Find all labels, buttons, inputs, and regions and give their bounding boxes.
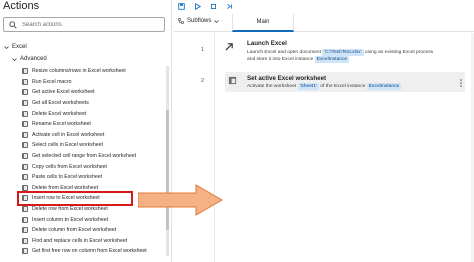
action-item[interactable]: Paste cells to Excel worksheet <box>22 172 170 183</box>
variable-tag: 'C:\Test\Test.xlsx' <box>322 49 364 56</box>
excel-action-icon <box>22 121 28 128</box>
excel-action-icon <box>22 153 28 160</box>
desc-text: and store it into Excel instance <box>247 57 315 62</box>
action-label: Copy cells from Excel worksheet <box>32 163 107 170</box>
step-icon[interactable] <box>226 3 233 10</box>
search-box[interactable] <box>3 17 165 32</box>
search-icon <box>9 21 17 29</box>
tab-main[interactable]: Main <box>232 14 294 32</box>
flow-canvas <box>174 33 474 262</box>
excel-worksheet-icon <box>228 76 237 85</box>
action-label: Activate cell in Excel worksheet <box>32 131 105 138</box>
excel-action-icon <box>22 237 28 244</box>
variable-tag: ExcelInstance <box>366 83 402 90</box>
excel-action-icon <box>22 100 28 107</box>
excel-action-icon <box>22 110 28 117</box>
excel-action-icon <box>22 78 28 85</box>
action-label: Get all Excel worksheets <box>32 100 89 107</box>
subflows-dropdown[interactable]: Subflows <box>178 18 220 24</box>
excel-action-icon <box>22 68 28 75</box>
subflows-icon <box>178 18 184 24</box>
action-label: Delete row from Excel worksheet <box>32 206 108 213</box>
chevron-down-icon <box>4 45 9 49</box>
action-label: Resize columns/rows in Excel worksheet <box>32 68 126 75</box>
action-list: Resize columns/rows in Excel worksheet R… <box>17 66 170 257</box>
step-title: Launch Excel <box>247 40 287 47</box>
action-item[interactable]: Delete Excel worksheet <box>22 108 170 119</box>
excel-action-icon <box>22 248 28 255</box>
action-item[interactable]: Get first free row on column from Excel … <box>22 246 170 257</box>
variable-tag: ExcelInstance <box>314 56 350 63</box>
action-item[interactable]: Activate cell in Excel worksheet <box>22 130 170 141</box>
action-item[interactable]: Delete column from Excel worksheet <box>22 225 170 236</box>
action-label: Delete from Excel worksheet <box>32 184 99 191</box>
action-label: Insert column to Excel worksheet <box>32 216 109 223</box>
action-item[interactable]: Resize columns/rows in Excel worksheet <box>22 66 170 77</box>
search-input[interactable] <box>22 19 162 30</box>
excel-action-icon <box>22 174 28 181</box>
step-set-active-worksheet[interactable]: Set active Excel worksheet Activate the … <box>225 72 465 92</box>
action-label: Delete Excel worksheet <box>32 110 87 117</box>
action-item-insert-row-highlighted[interactable]: Insert row to Excel worksheet <box>17 191 133 206</box>
subflow-tabs: Subflows Main <box>174 14 474 32</box>
step-description: Launch Excel and open document 'C:\Test\… <box>247 49 467 63</box>
action-label: Get first free row on column from Excel … <box>32 248 147 255</box>
action-label: Paste cells to Excel worksheet <box>32 174 103 181</box>
action-item[interactable]: Copy cells from Excel worksheet <box>22 161 170 172</box>
launch-arrow-icon <box>225 43 233 51</box>
subcategory-label: Advanced <box>20 56 47 62</box>
more-options-icon[interactable] <box>460 79 462 87</box>
chevron-down-icon <box>214 19 220 23</box>
actions-panel: Actions Excel Advanced Resize columns/ro… <box>0 0 172 262</box>
panel-scrollbar[interactable] <box>166 66 169 256</box>
category-excel[interactable]: Excel <box>4 44 27 50</box>
action-item[interactable]: Run Excel macro <box>22 77 170 88</box>
action-label: Delete column from Excel worksheet <box>32 227 117 234</box>
action-label: Run Excel macro <box>32 78 72 85</box>
editor-toolbar <box>174 0 474 12</box>
excel-action-icon <box>22 184 28 191</box>
subcategory-advanced[interactable]: Advanced <box>12 56 47 62</box>
excel-action-icon <box>22 206 28 213</box>
run-icon[interactable] <box>194 2 201 10</box>
step-number: 2 <box>201 78 205 84</box>
excel-action-icon <box>22 163 28 170</box>
action-label: Rename Excel worksheet <box>32 121 91 128</box>
stop-icon[interactable] <box>210 3 217 10</box>
excel-action-icon <box>22 216 28 223</box>
variable-tag: 'Sheet1' <box>297 83 319 90</box>
action-label: Get active Excel worksheet <box>32 89 95 96</box>
action-item[interactable]: Get active Excel worksheet <box>22 87 170 98</box>
action-label: Get selected cell range from Excel works… <box>32 153 137 160</box>
panel-title: Actions <box>3 0 40 12</box>
gutter-divider <box>214 33 215 262</box>
excel-action-icon <box>22 142 28 149</box>
excel-action-icon <box>22 131 28 138</box>
excel-action-icon <box>22 195 28 202</box>
action-label: Find and replace cells in Excel workshee… <box>32 237 128 244</box>
action-label: Insert row to Excel worksheet <box>32 195 100 202</box>
action-item[interactable]: Get selected cell range from Excel works… <box>22 151 170 162</box>
step-title: Set active Excel worksheet <box>247 75 327 82</box>
desc-text: Activate the worksheet <box>247 84 298 89</box>
step-description: Activate the worksheet 'Sheet1' of the E… <box>247 83 467 90</box>
action-item[interactable]: Get all Excel worksheets <box>22 98 170 109</box>
step-number: 1 <box>201 47 205 53</box>
excel-action-icon <box>22 89 28 96</box>
desc-text: using an existing Excel process <box>363 50 434 55</box>
annotation-arrow-icon <box>138 184 224 216</box>
chevron-down-icon <box>12 57 17 61</box>
action-item[interactable]: Select cells in Excel worksheet <box>22 140 170 151</box>
category-label: Excel <box>12 44 27 50</box>
action-item[interactable]: Find and replace cells in Excel workshee… <box>22 236 170 247</box>
desc-text: of the Excel instance <box>318 84 367 89</box>
desc-text: Launch Excel and open document <box>247 50 323 55</box>
action-label: Select cells in Excel worksheet <box>32 142 103 149</box>
subflows-label: Subflows <box>187 18 212 24</box>
save-icon[interactable] <box>178 2 185 10</box>
excel-action-icon <box>22 227 28 234</box>
step-launch-excel[interactable]: Launch Excel Launch Excel and open docum… <box>225 38 465 66</box>
action-item[interactable]: Rename Excel worksheet <box>22 119 170 130</box>
